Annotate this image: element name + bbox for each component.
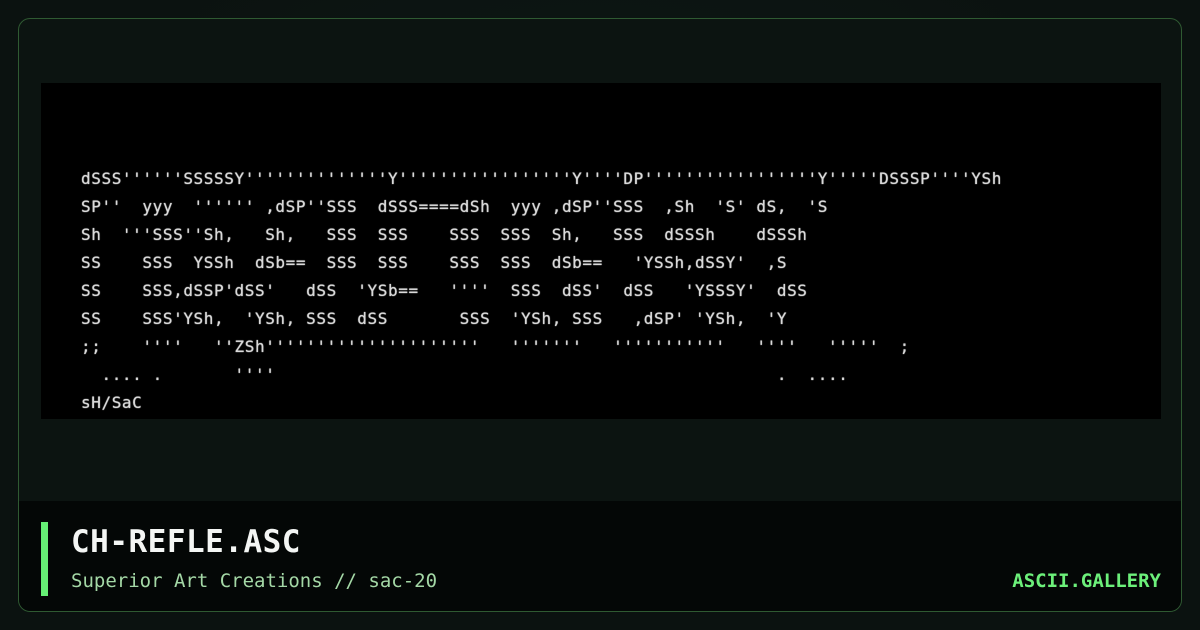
ascii-art-text: dSSS''''''SSSSSY''''''''''''''Y'''''''''… [81, 169, 1002, 412]
site-brand-link[interactable]: ASCII.GALLERY [1012, 568, 1161, 594]
accent-bar [41, 522, 48, 596]
artist-subtitle: Superior Art Creations // sac-20 [71, 570, 438, 592]
file-title: CH-REFLE.ASC [71, 524, 301, 560]
ascii-art-panel: dSSS''''''SSSSSY''''''''''''''Y'''''''''… [41, 83, 1161, 419]
page: dSSS''''''SSSSSY''''''''''''''Y'''''''''… [0, 0, 1200, 630]
card-frame: dSSS''''''SSSSSY''''''''''''''Y'''''''''… [18, 18, 1182, 612]
info-footer: CH-REFLE.ASC Superior Art Creations // s… [19, 501, 1181, 611]
